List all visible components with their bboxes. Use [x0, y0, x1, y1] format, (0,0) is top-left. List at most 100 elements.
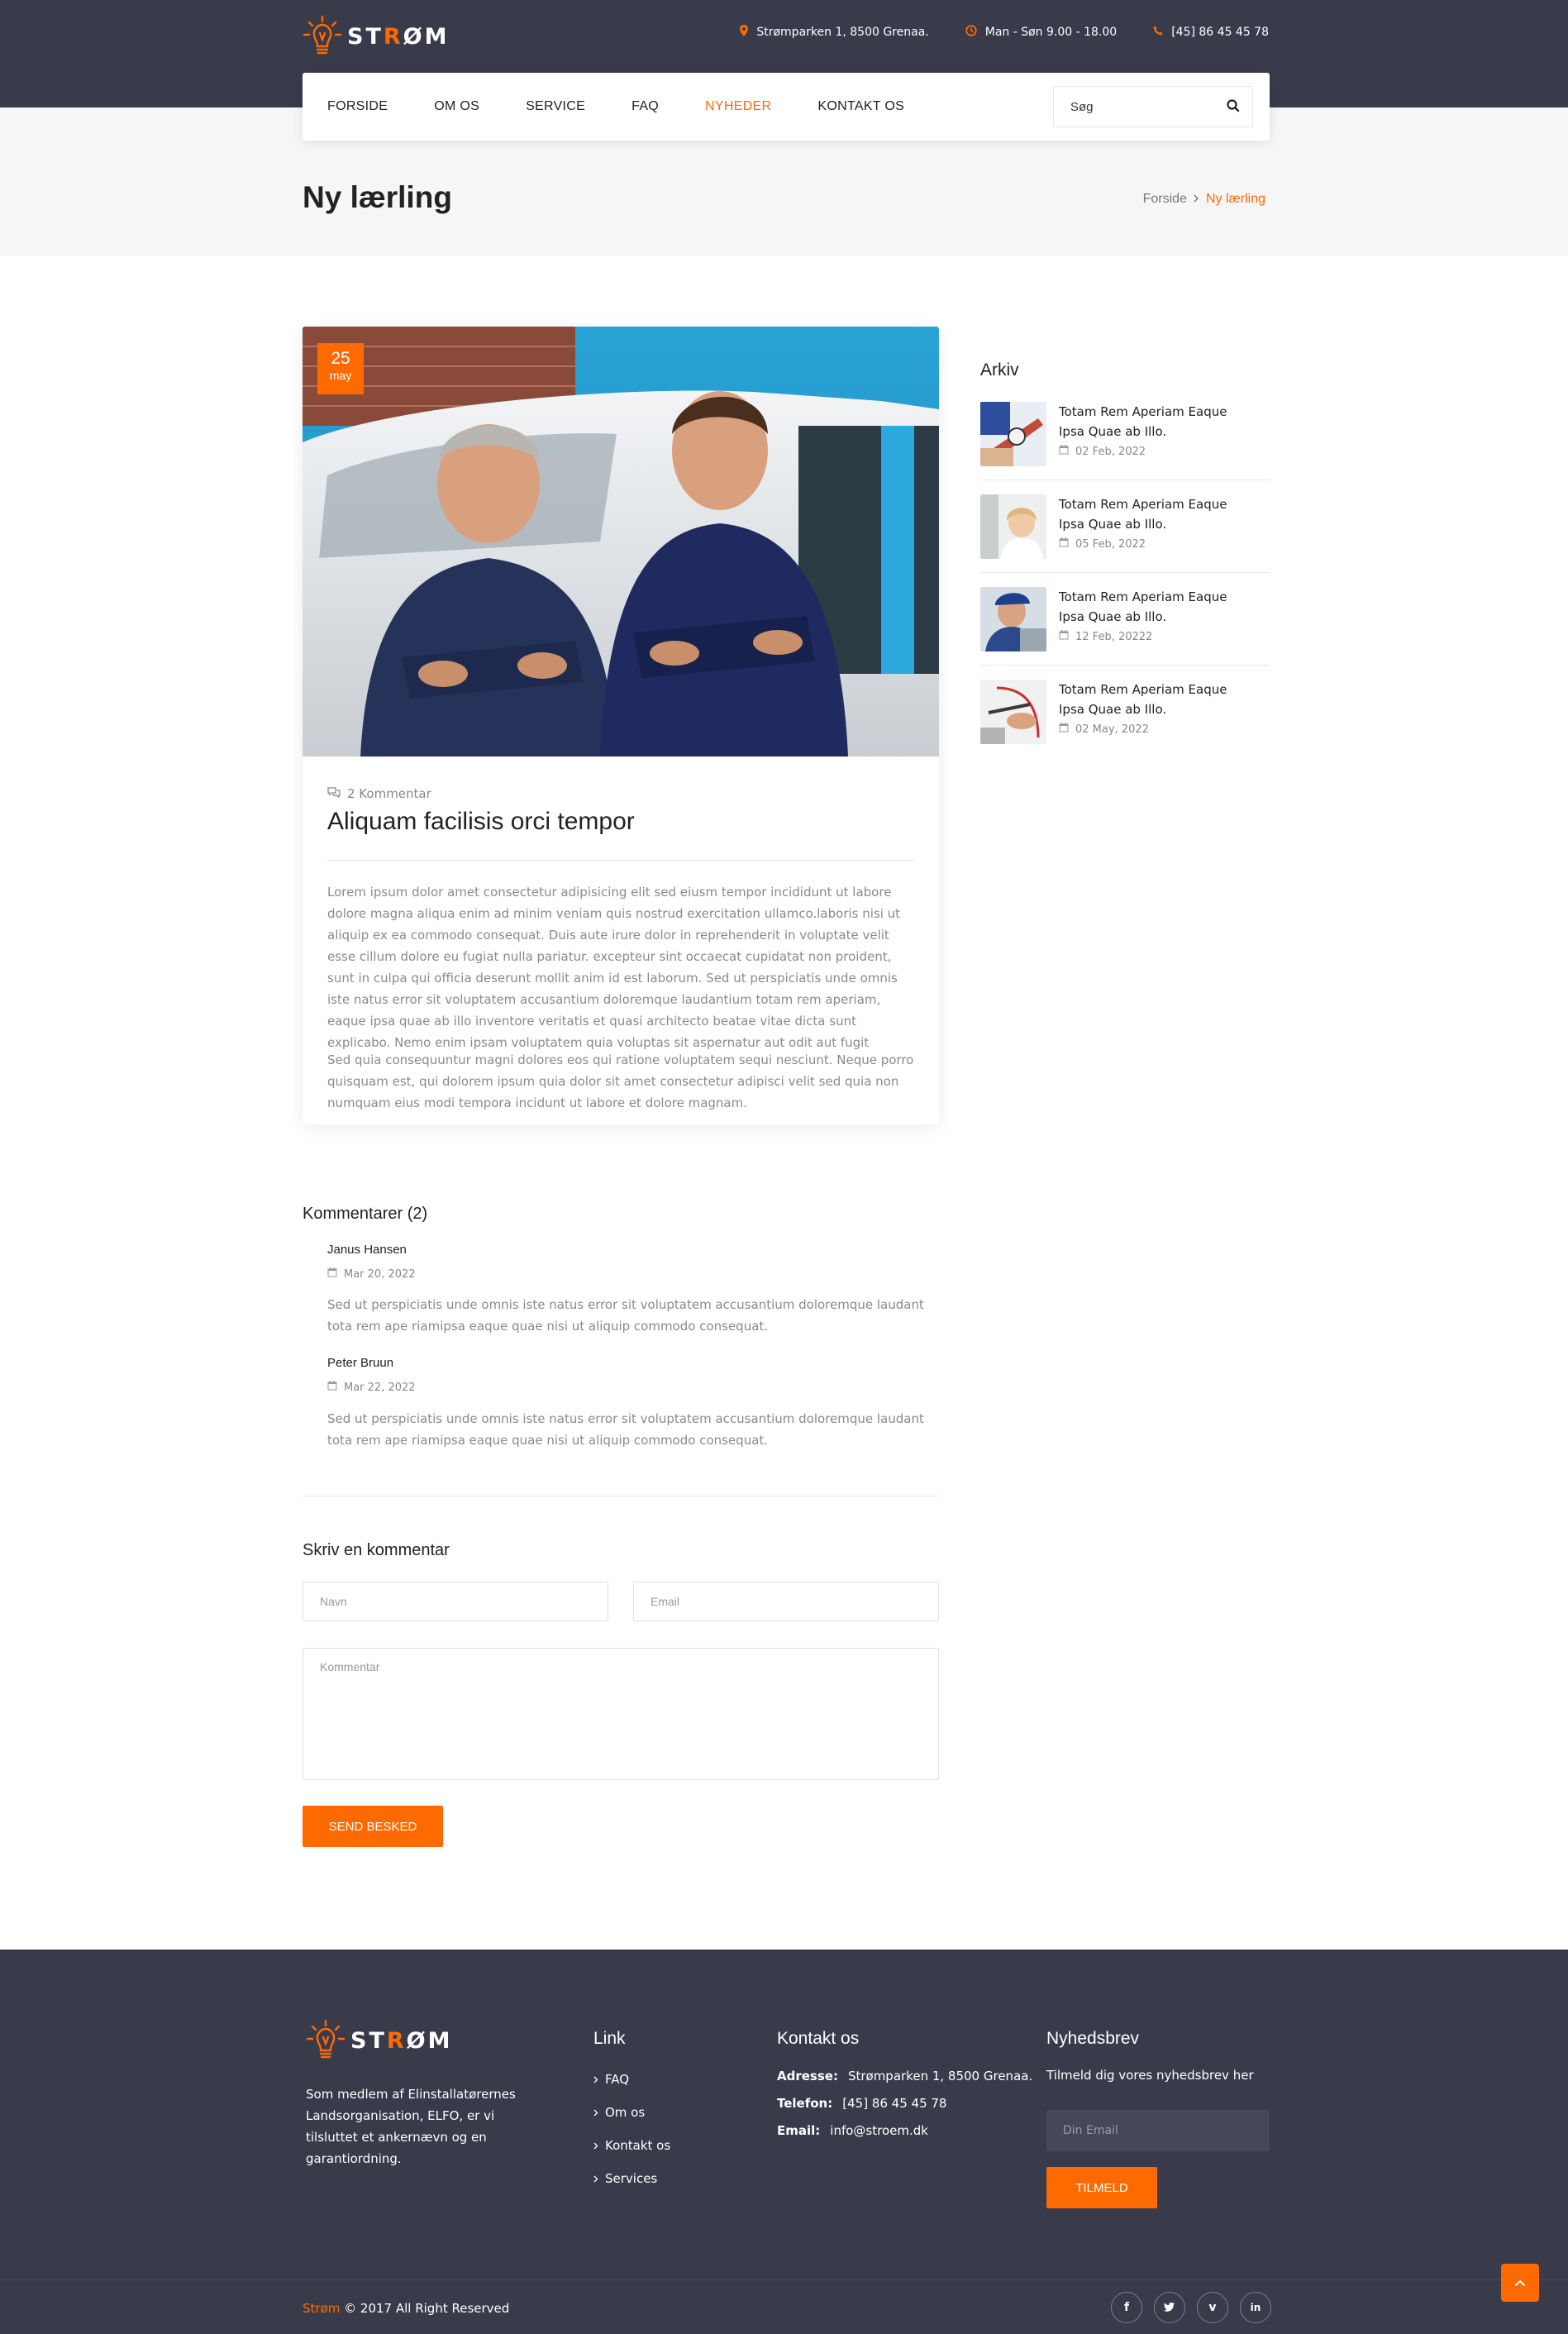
archive-item-date-text: 12 Feb, 20222 — [1075, 630, 1153, 643]
nav-item-nyheder[interactable]: NYHEDER — [705, 99, 771, 114]
footer-link-label: Services — [605, 2171, 658, 2186]
calendar-icon — [327, 1267, 337, 1281]
post-comments-count: 2 Kommentar — [347, 786, 431, 801]
chevron-right-icon — [593, 2138, 598, 2153]
breadcrumb-home[interactable]: Forside — [1143, 192, 1187, 207]
footer-newsletter-title: Nyhedsbrev — [1046, 2029, 1140, 2048]
name-field[interactable] — [303, 1582, 608, 1621]
back-to-top-button[interactable] — [1501, 2264, 1539, 2302]
footer-link-label: Om os — [605, 2105, 646, 2120]
footer-logo[interactable]: STRØM — [306, 2019, 453, 2062]
comment-date-text: Mar 22, 2022 — [344, 1381, 416, 1394]
footer-contact-phone: Telefon: [45] 86 45 45 78 — [777, 2096, 946, 2111]
archive-thumbnail[interactable] — [980, 587, 1046, 652]
archive-separator — [980, 572, 1270, 573]
email-field[interactable] — [633, 1582, 939, 1621]
search-input[interactable]: Søg — [1070, 100, 1094, 114]
chevron-right-icon — [593, 2171, 598, 2186]
archive-item-title[interactable]: Totam Rem Aperiam Eaque Ipsa Quae ab Ill… — [1059, 680, 1249, 719]
header-address-text: Strømparken 1, 8500 Grenaa. — [756, 26, 929, 39]
footer-contact-value: [45] 86 45 45 78 — [842, 2096, 947, 2111]
footer-contact-address: Adresse: Strømparken 1, 8500 Grenaa. — [777, 2069, 1032, 2083]
archive-item-date: 05 Feb, 2022 — [1059, 537, 1146, 551]
archive-item-title[interactable]: Totam Rem Aperiam Eaque Ipsa Quae ab Ill… — [1059, 587, 1249, 627]
linkedin-icon[interactable]: in — [1240, 2292, 1271, 2323]
archive-item-date: 12 Feb, 20222 — [1059, 630, 1152, 643]
social-links: f v in — [1111, 2292, 1271, 2323]
footer-contact-label: Email: — [777, 2123, 821, 2138]
breadcrumb-current: Ny lærling — [1205, 192, 1265, 206]
footer-link-services[interactable]: Services — [593, 2171, 657, 2186]
post-paragraph-2: Sed quia consequuntur magni dolores eos … — [327, 1052, 914, 1110]
send-message-button[interactable]: SEND BESKED — [303, 1806, 443, 1847]
archive-item[interactable]: Totam Rem Aperiam Eaque Ipsa Quae ab Ill… — [980, 494, 1270, 587]
footer-contact-value: Strømparken 1, 8500 Grenaa. — [847, 2069, 1033, 2083]
header-hours: Man - Søn 9.00 - 18.00 — [965, 25, 1117, 40]
comment-textarea[interactable] — [303, 1648, 939, 1780]
archive-item-date: 02 May, 2022 — [1059, 723, 1149, 736]
comments-title: Kommentarer (2) — [303, 1205, 428, 1223]
post-meta[interactable]: 2 Kommentar — [327, 786, 431, 801]
comment-text: Sed ut perspiciatis unde omnis iste natu… — [327, 1411, 924, 1448]
footer-link-faq[interactable]: FAQ — [593, 2072, 629, 2087]
subscribe-button[interactable]: TILMELD — [1046, 2167, 1157, 2208]
vimeo-icon[interactable]: v — [1197, 2292, 1228, 2323]
copyright-brand[interactable]: Strøm — [303, 2301, 340, 2316]
map-marker-icon — [740, 25, 749, 40]
comment-date: Mar 22, 2022 — [327, 1381, 416, 1394]
comment-author: Peter Bruun — [327, 1356, 394, 1370]
blog-post: 25 may 2 Kommentar Aliquam facilisis orc… — [303, 327, 939, 1124]
newsletter-text: Tilmeld dig vores nyhedsbrev her — [1046, 2068, 1254, 2083]
main-nav: FORSIDE OM OS SERVICE FAQ NYHEDER KONTAK… — [303, 73, 1270, 141]
footer-link-om-os[interactable]: Om os — [593, 2105, 645, 2120]
nav-item-om-os[interactable]: OM OS — [434, 99, 479, 114]
twitter-icon[interactable] — [1154, 2292, 1185, 2323]
breadcrumb: Forside Ny lærling — [1143, 192, 1265, 207]
header-hours-text: Man - Søn 9.00 - 18.00 — [984, 26, 1118, 39]
search-box[interactable]: Søg — [1053, 86, 1253, 127]
copyright: Strøm © 2017 All Right Reserved — [303, 2301, 509, 2316]
archive-item-title[interactable]: Totam Rem Aperiam Eaque Ipsa Quae ab Ill… — [1059, 402, 1249, 442]
calendar-icon — [327, 1381, 337, 1394]
header-phone[interactable]: [45] 86 45 45 78 — [1153, 25, 1269, 40]
comment-date-text: Mar 20, 2022 — [344, 1267, 416, 1281]
archive-item[interactable]: Totam Rem Aperiam Eaque Ipsa Quae ab Ill… — [980, 680, 1270, 772]
sidebar-archive-title: Arkiv — [980, 360, 1019, 379]
footer-contact-value[interactable]: info@stroem.dk — [830, 2123, 928, 2138]
archive-thumbnail[interactable] — [980, 680, 1046, 744]
newsletter-email-input[interactable] — [1046, 2110, 1270, 2151]
comment-author: Janus Hansen — [327, 1243, 407, 1257]
archive-item-date-text: 02 May, 2022 — [1075, 723, 1149, 736]
logo[interactable]: STRØM — [303, 13, 450, 60]
archive-thumbnail[interactable] — [980, 494, 1046, 559]
archive-item-title[interactable]: Totam Rem Aperiam Eaque Ipsa Quae ab Ill… — [1059, 494, 1249, 534]
calendar-icon — [1059, 723, 1069, 736]
post-date-month: may — [329, 369, 352, 382]
archive-item[interactable]: Totam Rem Aperiam Eaque Ipsa Quae ab Ill… — [980, 402, 1270, 494]
footer-contact-label: Adresse: — [777, 2069, 838, 2083]
copyright-text: © 2017 All Right Reserved — [344, 2301, 510, 2316]
footer-contact-title: Kontakt os — [777, 2029, 860, 2048]
calendar-icon — [1059, 630, 1069, 643]
calendar-icon — [1059, 445, 1069, 458]
header-contact-info: Strømparken 1, 8500 Grenaa. Man - Søn 9.… — [740, 25, 1269, 40]
search-icon[interactable] — [1226, 98, 1241, 117]
facebook-icon[interactable]: f — [1111, 2292, 1142, 2323]
nav-item-service[interactable]: SERVICE — [526, 99, 585, 114]
nav-item-forside[interactable]: FORSIDE — [327, 99, 388, 114]
nav-item-kontakt-os[interactable]: KONTAKT OS — [817, 99, 904, 114]
archive-thumbnail[interactable] — [980, 402, 1046, 466]
lightbulb-logo-icon — [303, 15, 342, 55]
lightbulb-logo-icon — [306, 2019, 346, 2059]
comments-icon — [327, 786, 341, 801]
archive-item[interactable]: Totam Rem Aperiam Eaque Ipsa Quae ab Ill… — [980, 587, 1270, 680]
post-date-badge: 25 may — [317, 343, 364, 394]
footer-about-text: Som medlem af Elinstallatørernes Landsor… — [306, 2087, 516, 2166]
footer-separator — [0, 2279, 1568, 2280]
footer-link-kontakt-os[interactable]: Kontakt os — [593, 2138, 670, 2153]
footer-links-title: Link — [593, 2029, 626, 2048]
chevron-right-icon — [593, 2072, 598, 2087]
post-date-day: 25 — [331, 349, 350, 368]
nav-item-faq[interactable]: FAQ — [631, 99, 659, 114]
archive-separator — [980, 665, 1270, 666]
